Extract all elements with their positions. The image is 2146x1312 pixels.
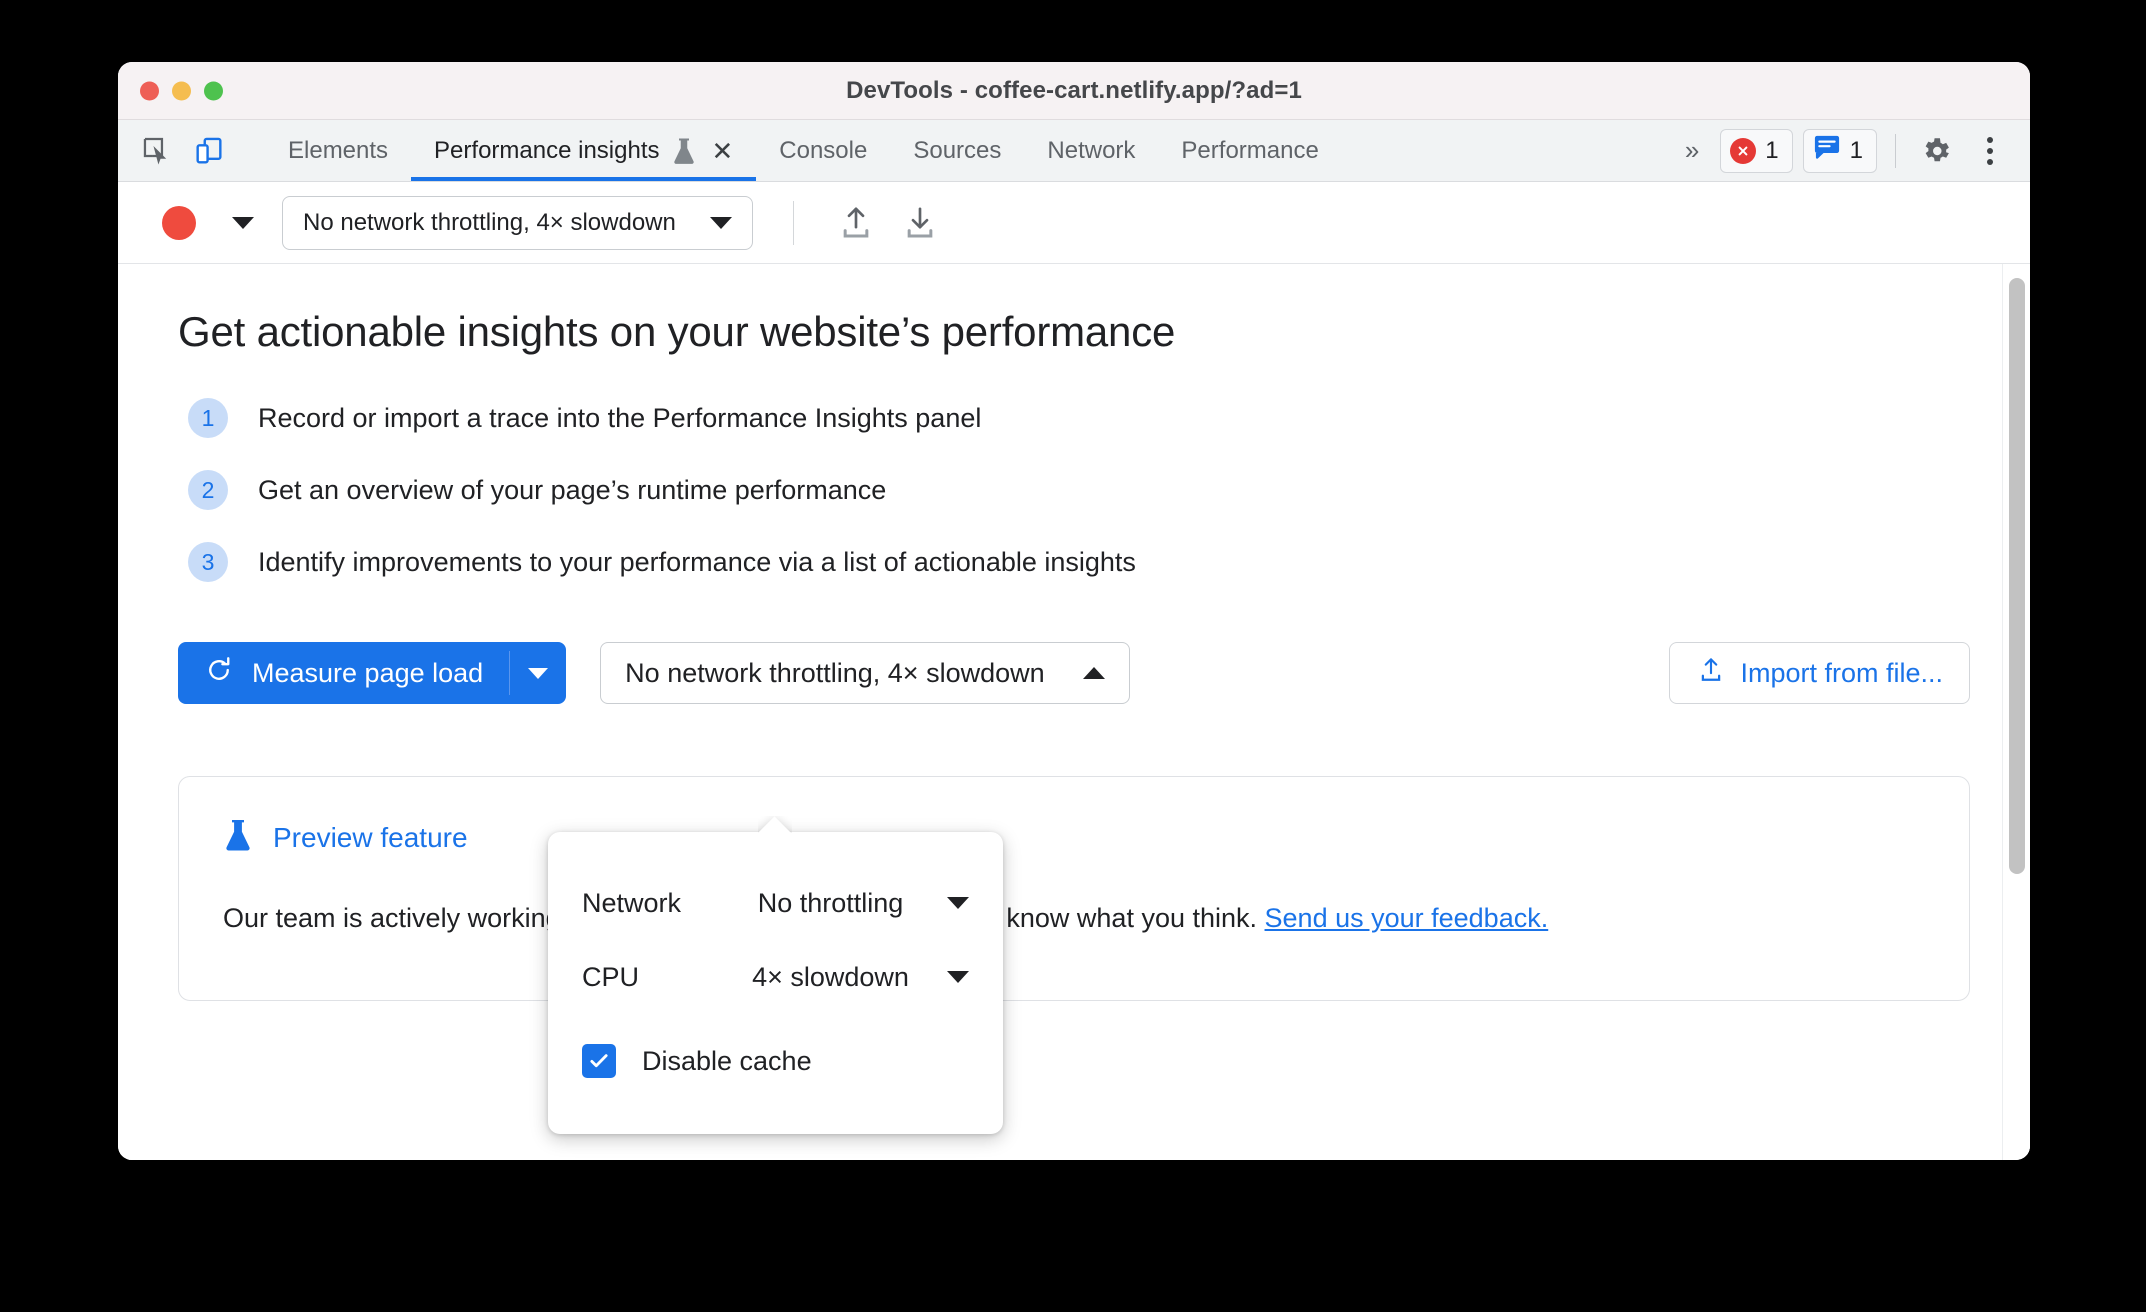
chevron-down-icon [709,216,732,229]
cpu-throttling-row[interactable]: CPU 4× slowdown [548,940,1003,1014]
upload-icon[interactable] [828,195,884,251]
scrollbar-thumb[interactable] [2009,278,2025,874]
measure-page-load-label: Measure page load [252,657,484,688]
tabbar-right-divider [1895,133,1896,168]
disable-cache-checkbox[interactable] [582,1044,616,1078]
send-feedback-link[interactable]: Send us your feedback. [1265,903,1549,933]
chevron-down-icon[interactable] [947,971,969,983]
network-value: No throttling [757,887,904,918]
cpu-value: 4× slowdown [752,961,909,992]
device-toolbar-icon[interactable] [188,130,230,172]
issue-icon [1813,135,1841,166]
network-label: Network [582,887,682,918]
tab-console[interactable]: Console [756,120,890,181]
tab-sources[interactable]: Sources [890,120,1024,181]
window-titlebar: DevTools - coffee-cart.netlify.app/?ad=1 [118,62,2030,120]
popup-caret [758,816,792,833]
inspect-element-icon[interactable] [136,130,178,172]
throttling-settings-popup: Network No throttling CPU 4× slowdown Di… [548,832,1003,1134]
toolbar-throttling-value: No network throttling, 4× slowdown [303,208,676,236]
list-item: 1 Record or import a trace into the Perf… [188,398,1970,438]
cpu-label: CPU [582,961,640,992]
issue-counter[interactable]: 1 [1802,128,1877,173]
throttling-settings-label: No network throttling, 4× slowdown [625,657,1045,688]
tab-label: Sources [913,136,1002,164]
measure-options-button[interactable] [510,642,566,704]
panel-body: Get actionable insights on your website’… [118,264,2030,1160]
check-icon [590,1054,608,1068]
step-badge: 2 [188,470,228,510]
landing-content: Get actionable insights on your website’… [118,264,2030,1001]
measure-page-load-button[interactable]: Measure page load [178,642,567,704]
tab-list: Elements Performance insights ✕ Console … [265,120,1342,181]
throttling-settings-button[interactable]: No network throttling, 4× slowdown [600,642,1130,704]
tab-network[interactable]: Network [1024,120,1158,181]
tab-performance-insights[interactable]: Performance insights ✕ [411,120,757,181]
measure-page-load-main[interactable]: Measure page load [178,642,509,704]
tab-elements[interactable]: Elements [265,120,411,181]
reload-icon [204,655,234,692]
performance-toolbar: No network throttling, 4× slowdown [118,182,2030,264]
page-title: Get actionable insights on your website’… [178,308,1176,355]
devtools-tabbar: Elements Performance insights ✕ Console … [118,120,2030,182]
tab-label: Elements [288,136,389,164]
step-badge: 3 [188,542,228,582]
tabbar-left-icons [118,120,265,181]
gear-icon[interactable] [1914,129,1958,173]
import-from-file-button[interactable]: Import from file... [1669,642,1970,704]
import-from-file-label: Import from file... [1740,657,1943,688]
action-row: Measure page load No network throttling,… [178,642,1970,704]
chevron-down-icon[interactable] [947,897,969,909]
window-title: DevTools - coffee-cart.netlify.app/?ad=1 [846,76,1302,104]
chevron-up-icon [1082,667,1105,679]
tab-performance[interactable]: Performance [1158,120,1341,181]
flask-icon [223,817,253,858]
more-tabs-icon[interactable]: » [1671,135,1710,166]
kebab-menu-icon[interactable] [1968,129,2012,173]
error-icon [1730,137,1757,164]
preview-feature-header: Preview feature [223,817,1925,858]
step-text: Record or import a trace into the Perfor… [258,402,982,433]
kebab-dots [1987,136,1993,165]
record-button[interactable] [162,205,196,240]
list-item: 3 Identify improvements to your performa… [188,542,1970,582]
step-text: Get an overview of your page’s runtime p… [258,474,887,505]
toolbar-throttling-select[interactable]: No network throttling, 4× slowdown [282,195,753,250]
toolbar-divider [792,200,794,245]
chevron-down-icon [528,667,549,679]
step-text: Identify improvements to your performanc… [258,546,1136,577]
disable-cache-row[interactable]: Disable cache [548,1024,1003,1098]
download-icon[interactable] [892,195,948,251]
preview-feature-title: Preview feature [273,821,468,853]
steps-list: 1 Record or import a trace into the Perf… [188,398,1970,582]
list-item: 2 Get an overview of your page’s runtime… [188,470,1970,510]
close-tab-icon[interactable]: ✕ [711,138,733,164]
vertical-scrollbar[interactable] [2002,264,2030,1160]
tab-label: Performance [1181,136,1319,164]
tab-label: Performance insights [434,136,660,164]
tabbar-right-controls: » 1 1 [1671,120,2030,181]
flask-icon [671,136,697,166]
tab-label: Network [1047,136,1136,164]
record-options-button[interactable] [204,216,274,229]
issue-count: 1 [1849,136,1863,164]
chevron-down-icon [232,216,254,229]
devtools-window: DevTools - coffee-cart.netlify.app/?ad=1 [118,62,2030,1160]
error-count: 1 [1765,136,1779,164]
tab-label: Console [779,136,868,164]
screenshot-root: DevTools - coffee-cart.netlify.app/?ad=1 [0,0,2146,1312]
step-badge: 1 [188,398,228,438]
upload-icon [1696,655,1726,692]
error-counter[interactable]: 1 [1720,128,1793,173]
disable-cache-label: Disable cache [642,1045,812,1076]
preview-feature-card: Preview feature Our team is actively wor… [178,776,1970,1001]
network-throttling-row[interactable]: Network No throttling [548,866,1003,940]
